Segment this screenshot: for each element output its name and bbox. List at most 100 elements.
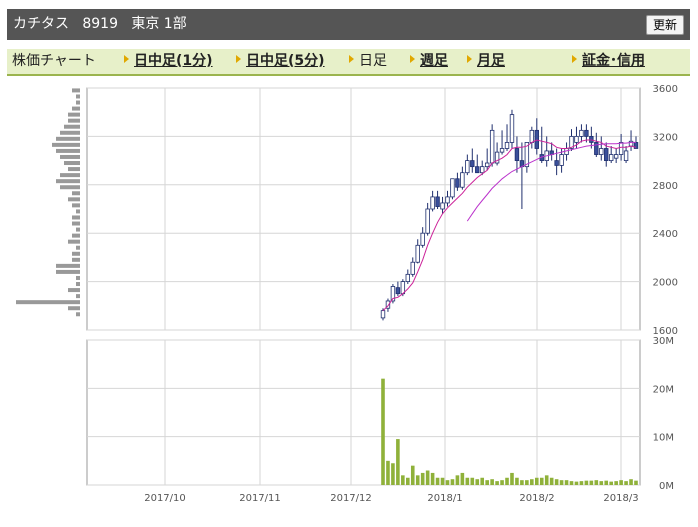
volume-bar — [415, 475, 420, 485]
profile-bar — [56, 269, 80, 274]
tab-daily: 日足 — [349, 52, 387, 70]
volume-bar — [406, 477, 410, 485]
volume-bar — [594, 480, 599, 485]
profile-bar — [72, 106, 80, 111]
candle-body — [608, 154, 614, 162]
candle-body — [425, 208, 430, 234]
profile-bar — [72, 221, 80, 226]
tab-margin-credit[interactable]: 証金･信用 — [572, 52, 645, 70]
price-panel-frame — [86, 87, 641, 331]
profile-bar — [68, 167, 80, 172]
profile-bar — [16, 300, 80, 305]
tab-intraday-5min[interactable]: 日中足(5分) — [236, 52, 325, 70]
volume-bar — [530, 479, 534, 485]
volume-bar — [579, 481, 584, 485]
candle-body — [445, 196, 450, 204]
candle-body — [405, 273, 411, 282]
volume-bar — [549, 477, 554, 485]
candle-body — [509, 114, 515, 143]
arrow-right-icon — [572, 55, 577, 63]
volume-bar — [525, 480, 529, 485]
volume-bar — [391, 463, 395, 485]
volume-bar — [539, 477, 544, 485]
volume-bar — [609, 481, 613, 485]
volume-bar — [386, 460, 390, 485]
volume-bar — [435, 477, 440, 485]
profile-bar — [76, 294, 80, 299]
date-tick-label: 2018/3 — [603, 493, 638, 504]
tab-label: 日中足(5分) — [246, 53, 325, 69]
date-tick-label: 2018/2 — [519, 493, 554, 504]
candle-body — [455, 178, 460, 188]
profile-bar — [76, 312, 80, 317]
profile-bar — [76, 275, 80, 280]
date-tick-label: 2018/1 — [427, 493, 462, 504]
volume-bar — [584, 480, 589, 485]
candle-body — [380, 310, 386, 319]
volume-bar — [569, 481, 574, 485]
profile-bar — [64, 161, 80, 166]
volume-bar — [500, 480, 504, 485]
volume-bar — [559, 480, 564, 485]
profile-bar — [76, 209, 80, 214]
volume-bar — [445, 480, 450, 485]
candle-body — [470, 160, 475, 168]
volume-bar — [574, 481, 579, 485]
candle-body — [415, 244, 420, 263]
tab-monthly[interactable]: 月足 — [467, 52, 505, 70]
volume-bar — [634, 480, 638, 485]
volume-bar — [470, 477, 475, 485]
candle-body — [534, 129, 539, 149]
profile-bar — [68, 306, 80, 311]
profile-bar — [68, 197, 80, 202]
profile-bar — [60, 154, 80, 159]
arrow-right-icon — [467, 55, 472, 63]
candle-body — [435, 196, 440, 207]
chart-tab-bar: 株価チャート 日中足(1分) 日中足(5分) 日足 週足 月足 証金･信用 — [7, 49, 690, 76]
volume-bar — [450, 479, 455, 485]
tab-intraday-1min[interactable]: 日中足(1分) — [124, 52, 213, 70]
profile-bar — [72, 203, 80, 208]
volume-bar — [599, 481, 604, 485]
candle-body — [420, 232, 425, 246]
volume-tick-label: 20M — [653, 384, 674, 395]
volume-bar — [624, 481, 628, 485]
candle-body — [554, 160, 559, 166]
candle-body — [430, 196, 435, 210]
tab-label: 証金･信用 — [582, 53, 645, 69]
profile-bar — [56, 179, 80, 184]
volume-tick-label: 30M — [653, 336, 674, 347]
arrow-right-icon — [410, 55, 415, 63]
volume-bar — [401, 475, 405, 485]
volume-bar — [465, 477, 470, 485]
candle-body — [489, 129, 495, 164]
profile-bar — [72, 233, 80, 238]
tab-weekly[interactable]: 週足 — [410, 52, 448, 70]
candle-body — [504, 142, 510, 149]
header-bar: カチタス 8919 東京 1部 更新 — [7, 9, 690, 40]
candle-body — [574, 136, 579, 143]
date-tick-label: 2017/12 — [330, 493, 372, 504]
date-tick-label: 2017/10 — [144, 493, 186, 504]
profile-bar — [76, 100, 80, 105]
tab-label: 日足 — [359, 53, 387, 69]
candle-body — [484, 162, 490, 168]
arrow-right-icon — [349, 55, 354, 63]
volume-panel-frame — [86, 339, 641, 486]
volume-tick-label: 0M — [659, 481, 674, 492]
stock-title: カチタス 8919 東京 1部 — [13, 15, 187, 33]
market-name: 東京 1部 — [131, 16, 187, 32]
profile-bar — [72, 215, 80, 220]
candle-body — [410, 261, 415, 275]
candle-body — [450, 178, 455, 198]
company-name: カチタス — [13, 16, 69, 32]
refresh-button[interactable]: 更新 — [645, 15, 684, 35]
profile-bar — [52, 142, 80, 147]
tab-stock-chart: 株価チャート — [12, 52, 96, 70]
arrow-right-icon — [124, 55, 129, 63]
candle-body — [465, 160, 470, 174]
arrow-right-icon — [236, 55, 241, 63]
price-tick-label: 2800 — [653, 181, 678, 192]
candle-body — [589, 136, 594, 143]
candle-body — [529, 129, 535, 143]
